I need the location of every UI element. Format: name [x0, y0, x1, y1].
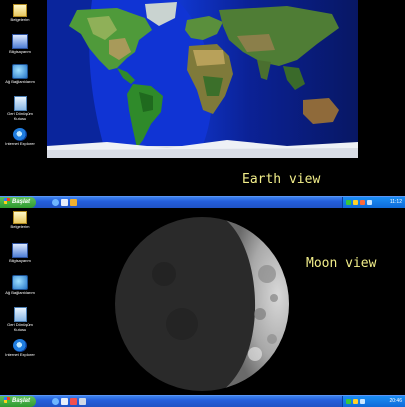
dark-mare: [152, 262, 176, 286]
desktop-icon-network[interactable]: Ağ Bağlantılarım: [3, 275, 37, 296]
desktop-icon-computer[interactable]: Bilgisayarım: [3, 34, 37, 55]
desktop-icon-recycle-bin[interactable]: Geri Dönüşüm Kutusu: [3, 96, 37, 121]
tray-volume-icon[interactable]: [353, 399, 358, 404]
computer-icon: [12, 243, 28, 258]
desktop-icon-internet-explorer[interactable]: Internet Explorer: [3, 339, 37, 358]
tray-network-icon[interactable]: [346, 399, 351, 404]
tray-network-icon[interactable]: [346, 200, 351, 205]
taskbar: Başlat 20:46: [0, 395, 405, 407]
system-tray: 20:46: [342, 396, 405, 407]
windows-logo-icon: [4, 397, 10, 403]
show-desktop-quick-launch-icon[interactable]: [61, 199, 68, 206]
media-player-quick-launch-icon[interactable]: [70, 398, 77, 405]
crater: [258, 265, 276, 283]
network-icon: [12, 64, 28, 79]
desktop-icon-documents[interactable]: Belgelerim: [3, 211, 37, 230]
recycle-bin-icon: [13, 96, 27, 111]
system-tray: 11:12: [342, 197, 405, 208]
desktop-icon-internet-explorer[interactable]: Internet Explorer: [3, 128, 37, 147]
crater: [270, 294, 278, 302]
desktop-icon-network[interactable]: Ağ Bağlantılarım: [3, 64, 37, 85]
earth-view-caption: Earth view: [242, 172, 321, 187]
start-button[interactable]: Başlat: [0, 396, 36, 407]
media-player-quick-launch-icon[interactable]: [70, 199, 77, 206]
moon-wallpaper: [115, 217, 289, 391]
crater: [267, 334, 277, 344]
tray-app-icon[interactable]: [367, 200, 372, 205]
sahara-desert: [193, 50, 225, 66]
desktop-icon-label: Geri Dönüşüm Kutusu: [7, 322, 33, 332]
dark-mare: [166, 308, 198, 340]
moon-view-caption: Moon view: [306, 256, 377, 271]
start-button-label: Başlat: [12, 199, 31, 205]
taskbar: Başlat 11:12: [0, 196, 405, 208]
desktop-icon-label: Bilgisayarım: [9, 49, 31, 54]
desktop-icon-label: Internet Explorer: [5, 141, 35, 146]
desktop-icon-label: Bilgisayarım: [9, 258, 31, 263]
app-quick-launch-icon[interactable]: [79, 398, 86, 405]
taskbar-clock[interactable]: 11:12: [390, 197, 402, 208]
start-button-label: Başlat: [12, 398, 31, 404]
internet-explorer-icon: [13, 128, 27, 141]
desktop-icon-computer[interactable]: Bilgisayarım: [3, 243, 37, 264]
tray-volume-icon[interactable]: [353, 200, 358, 205]
internet-explorer-quick-launch-icon[interactable]: [52, 398, 59, 405]
show-desktop-quick-launch-icon[interactable]: [61, 398, 68, 405]
desktop-icon-label: Ağ Bağlantılarım: [5, 290, 35, 295]
desktop-icon-label: Internet Explorer: [5, 352, 35, 357]
bright-crater: [248, 347, 262, 361]
desktop-icon-documents[interactable]: Belgelerim: [3, 4, 37, 23]
tray-app-icon[interactable]: [360, 399, 365, 404]
desktop-icon-recycle-bin[interactable]: Geri Dönüşüm Kutusu: [3, 307, 37, 332]
earth-desktop-screenshot: Belgelerim Bilgisayarım Ağ Bağlantılarım…: [0, 0, 405, 208]
internet-explorer-icon: [13, 339, 27, 352]
moon-desktop-screenshot: Belgelerim Bilgisayarım Ağ Bağlantılarım…: [0, 208, 405, 407]
desktop-icon-label: Ağ Bağlantılarım: [5, 79, 35, 84]
crater: [254, 308, 266, 320]
taskbar-clock[interactable]: 20:46: [389, 396, 402, 407]
computer-icon: [12, 34, 28, 49]
windows-logo-icon: [4, 198, 10, 204]
desktop-icon-label: Geri Dönüşüm Kutusu: [7, 111, 33, 121]
desktop-icon-label: Belgelerim: [10, 224, 30, 229]
recycle-bin-icon: [13, 307, 27, 322]
documents-icon: [13, 211, 27, 224]
documents-icon: [13, 4, 27, 17]
internet-explorer-quick-launch-icon[interactable]: [52, 199, 59, 206]
start-button[interactable]: Başlat: [0, 197, 36, 208]
tray-security-icon[interactable]: [360, 200, 365, 205]
network-icon: [12, 275, 28, 290]
desktop-icon-label: Belgelerim: [10, 17, 30, 22]
world-map-wallpaper: [47, 0, 358, 158]
